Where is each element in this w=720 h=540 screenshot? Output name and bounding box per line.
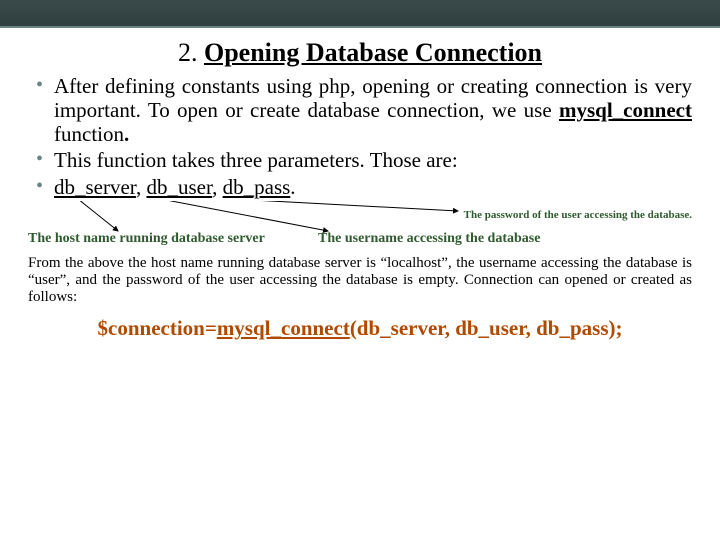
- comma-1: ,: [136, 175, 147, 199]
- title-text: Opening Database Connection: [204, 38, 542, 67]
- title-number: 2.: [178, 38, 198, 67]
- comma-2: ,: [212, 175, 223, 199]
- code-args: (db_server, db_user, db_pass);: [350, 316, 623, 340]
- bullet-2: This function takes three parameters. Th…: [36, 148, 692, 172]
- param-db-server: db_server: [54, 175, 136, 199]
- code-example: $connection=mysql_connect(db_server, db_…: [28, 316, 692, 341]
- bullet-list: After defining constants using php, open…: [28, 74, 692, 199]
- annotation-area: The password of the user accessing the d…: [28, 201, 692, 261]
- param-db-user: db_user: [146, 175, 212, 199]
- code-equals: =: [205, 316, 217, 340]
- bullet-3: db_server, db_user, db_pass.: [36, 175, 692, 199]
- code-variable: $connection: [98, 316, 205, 340]
- bullet-2-text: This function takes three parameters. Th…: [54, 148, 458, 172]
- period: .: [290, 175, 295, 199]
- annotation-password: The password of the user accessing the d…: [464, 209, 692, 221]
- slide-content: 2. Opening Database Connection After def…: [0, 28, 720, 341]
- param-db-pass: db_pass: [223, 175, 291, 199]
- annotation-host: The host name running database server: [28, 231, 265, 247]
- bullet-1-text-b: function: [54, 122, 124, 146]
- explanation-paragraph: From the above the host name running dat…: [28, 255, 692, 307]
- slide-header-bar: [0, 0, 720, 28]
- bullet-1: After defining constants using php, open…: [36, 74, 692, 146]
- annotation-user: The username accessing the database: [318, 231, 540, 247]
- bullet-1-period: .: [124, 122, 129, 146]
- bullet-1-function: mysql_connect: [559, 98, 692, 122]
- slide-title: 2. Opening Database Connection: [28, 38, 692, 68]
- code-function: mysql_connect: [217, 316, 350, 340]
